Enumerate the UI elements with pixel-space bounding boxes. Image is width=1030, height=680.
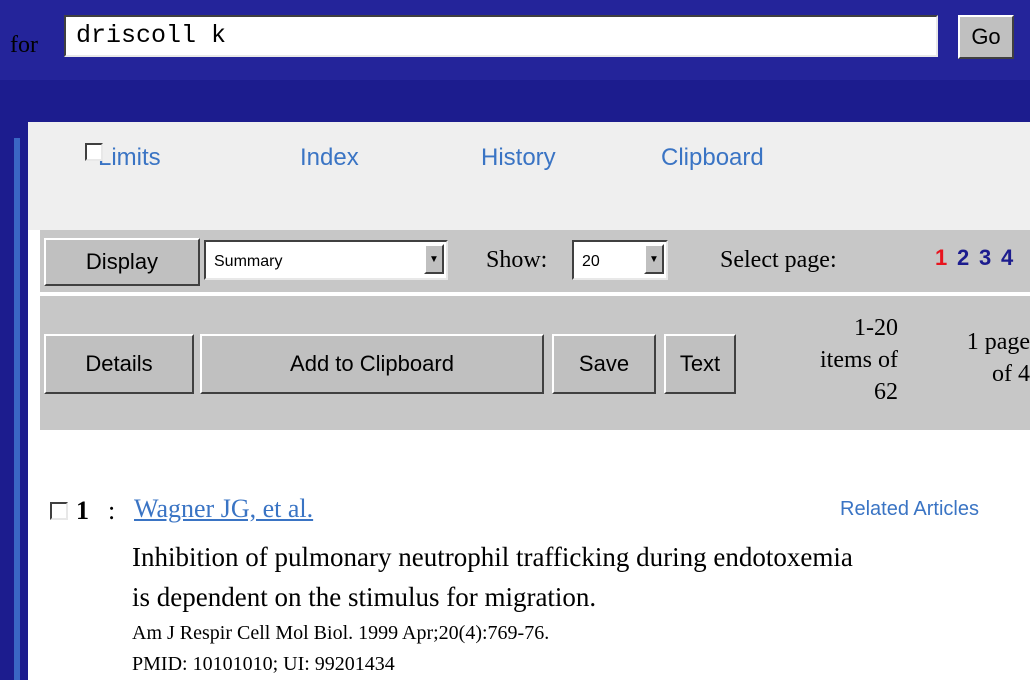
text-button[interactable]: Text	[664, 334, 736, 394]
nav-spacer	[28, 190, 1030, 230]
result-checkbox[interactable]	[50, 502, 68, 520]
chevron-down-icon[interactable]: ▼	[424, 244, 444, 274]
page-count: 1 page of 4	[915, 326, 1030, 390]
sidebar-stripe-dark	[20, 138, 28, 680]
result-ids: PMID: 10101010; UI: 99201434	[132, 653, 395, 675]
result-title-line: Inhibition of pulmonary neutrophil traff…	[132, 542, 853, 572]
tab-limits[interactable]: Limits	[98, 144, 161, 172]
items-range: 1-20	[854, 315, 898, 341]
page-link-4[interactable]: 4	[1001, 245, 1013, 271]
tab-index[interactable]: Index	[300, 144, 359, 172]
show-count-value: 20	[582, 253, 600, 270]
result-number: 1	[76, 496, 89, 525]
result-separator: :	[108, 496, 116, 525]
page-current: 1 page	[966, 329, 1030, 355]
tab-history[interactable]: History	[481, 144, 556, 172]
result-title-line: is dependent on the stimulus for migrati…	[132, 582, 597, 612]
result-citation: Am J Respir Cell Mol Biol. 1999 Apr;20(4…	[132, 622, 550, 644]
related-articles-link[interactable]: Related Articles	[840, 498, 979, 521]
items-count: 1-20 items of 62	[768, 312, 898, 408]
page-total: of 4	[992, 361, 1030, 387]
search-input[interactable]: driscoll k	[64, 15, 938, 57]
page-link-1[interactable]: 1	[935, 245, 947, 271]
details-button[interactable]: Details	[44, 334, 194, 394]
search-for-label: for	[10, 32, 38, 58]
items-of-label: items of	[820, 347, 898, 373]
items-total: 62	[874, 379, 898, 405]
chevron-down-icon[interactable]: ▼	[644, 244, 664, 274]
page-link-3[interactable]: 3	[979, 245, 991, 271]
show-count-select[interactable]: 20 ▼	[572, 240, 668, 280]
display-format-select[interactable]: Summary ▼	[204, 240, 448, 280]
limits-checkbox[interactable]	[85, 143, 103, 161]
tab-clipboard[interactable]: Clipboard	[661, 144, 764, 172]
display-format-value: Summary	[214, 253, 283, 270]
add-to-clipboard-button[interactable]: Add to Clipboard	[200, 334, 544, 394]
go-button[interactable]: Go	[958, 15, 1014, 59]
result-title: Inhibition of pulmonary neutrophil traff…	[132, 537, 1030, 617]
display-button[interactable]: Display	[44, 238, 200, 286]
result-authors-link[interactable]: Wagner JG, et al.	[134, 494, 313, 524]
page-link-2[interactable]: 2	[957, 245, 969, 271]
select-page-label: Select page:	[720, 247, 837, 273]
nav-bar: Limits Index History Clipboard	[28, 122, 1030, 190]
show-label: Show:	[486, 247, 548, 273]
save-button[interactable]: Save	[552, 334, 656, 394]
